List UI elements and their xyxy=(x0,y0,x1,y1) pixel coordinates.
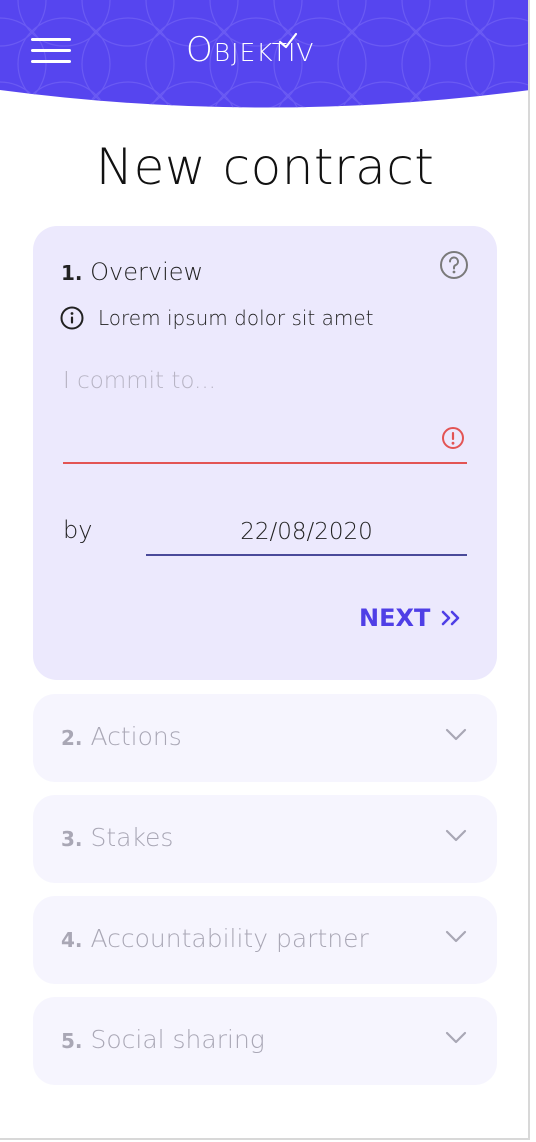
step-label: 4. Accountability partner xyxy=(61,924,369,953)
deadline-label: by xyxy=(63,516,93,544)
check-icon xyxy=(278,32,298,49)
info-text: Lorem ipsum dolor sit amet xyxy=(98,306,374,330)
next-button[interactable]: NEXT xyxy=(359,604,462,632)
double-chevron-right-icon xyxy=(442,610,460,626)
page-title: New contract xyxy=(95,138,435,196)
info-row: Lorem ipsum dolor sit amet xyxy=(60,306,374,330)
app-frame: O BJEKTIV New contract 1. Overview Lorem … xyxy=(0,0,530,1140)
step-card-accountability-partner[interactable]: 4. Accountability partner xyxy=(33,896,497,984)
step-card-actions[interactable]: 2. Actions xyxy=(33,694,497,782)
question-circle-icon[interactable] xyxy=(439,250,469,280)
deadline-date-field[interactable]: 22/08/2020 xyxy=(146,508,467,556)
step-card-social-sharing[interactable]: 5. Social sharing xyxy=(33,997,497,1085)
info-circle-icon xyxy=(60,306,84,330)
app-logo: O BJEKTIV xyxy=(186,30,315,70)
chevron-down-icon xyxy=(445,1031,467,1044)
chevron-down-icon xyxy=(445,930,467,943)
app-header: O BJEKTIV xyxy=(0,0,528,112)
hamburger-icon[interactable] xyxy=(28,32,74,66)
step-label: 2. Actions xyxy=(61,722,182,751)
commitment-input[interactable] xyxy=(63,364,467,464)
chevron-down-icon xyxy=(445,728,467,741)
exclamation-circle-icon xyxy=(442,427,464,449)
chevron-down-icon xyxy=(445,829,467,842)
step-label: 3. Stakes xyxy=(61,823,174,852)
step-card-overview: 1. Overview Lorem ipsum dolor sit amet b… xyxy=(33,226,497,680)
step-label: 5. Social sharing xyxy=(61,1025,265,1054)
step-title: 1. Overview xyxy=(61,258,204,286)
step-card-stakes[interactable]: 3. Stakes xyxy=(33,795,497,883)
